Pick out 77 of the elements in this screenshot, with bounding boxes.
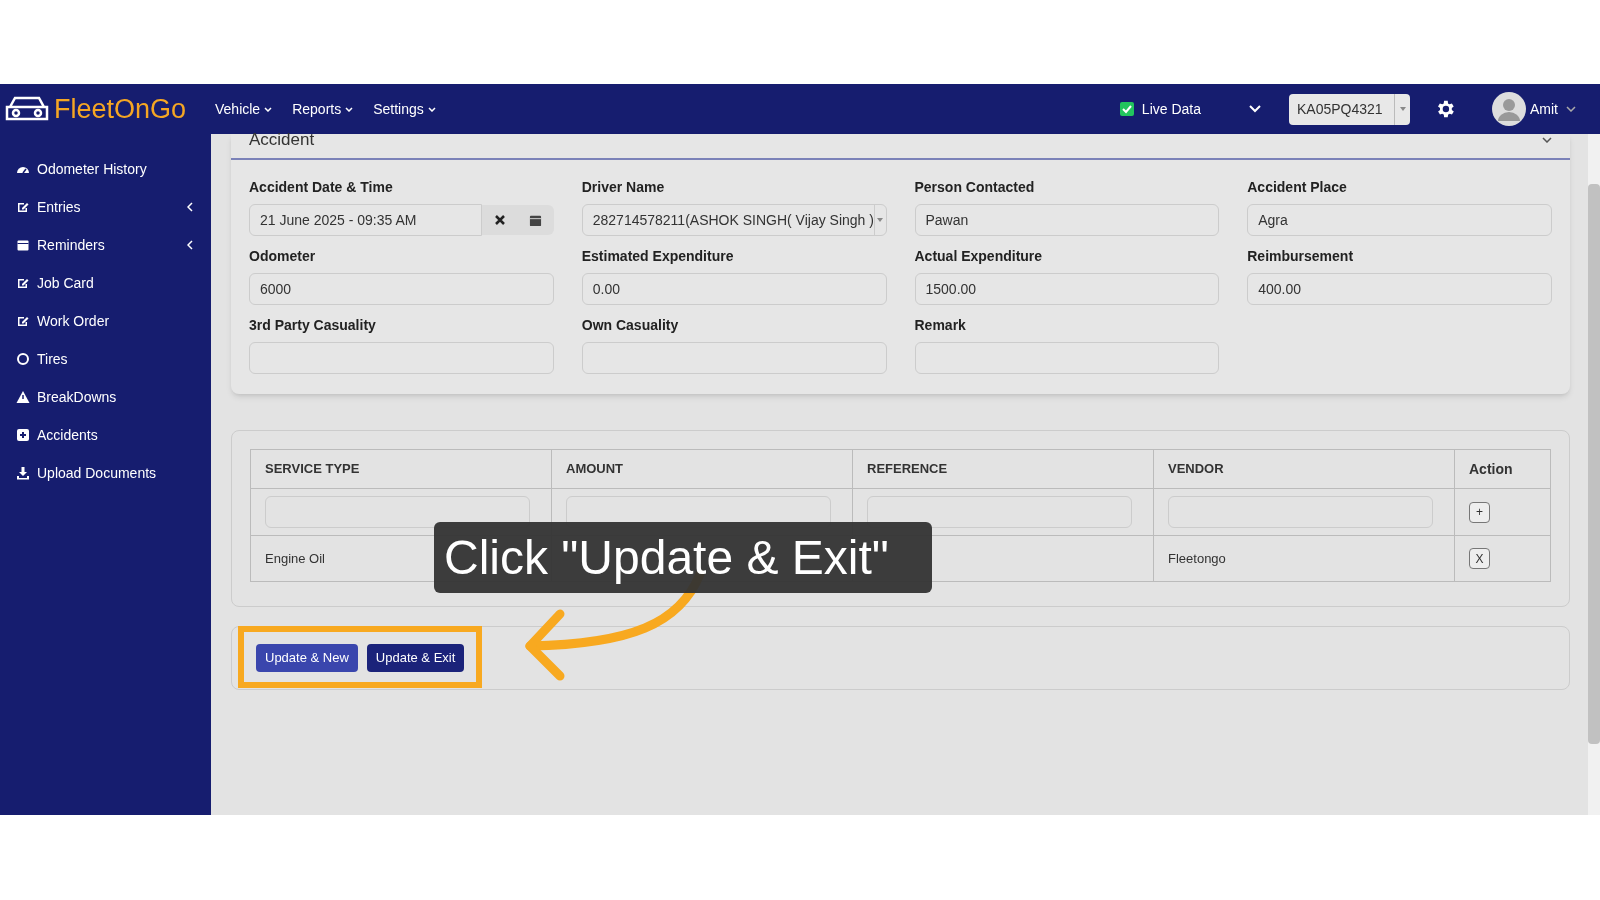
field-label: Remark: [914, 316, 967, 335]
download-icon: [16, 466, 30, 480]
sidebar-item[interactable]: Odometer History: [0, 157, 211, 181]
calendar-icon: [16, 238, 30, 252]
field-label: Accident Date & Time: [249, 178, 394, 197]
clear-button[interactable]: [481, 205, 518, 235]
section-title: Accident: [249, 129, 315, 152]
field-label: Driver Name: [581, 178, 666, 197]
avatar-icon[interactable]: [1492, 92, 1526, 126]
field-label: Accident Place: [1247, 178, 1348, 197]
column-header: AMOUNT: [551, 449, 853, 489]
chevron-left-icon: [187, 202, 193, 212]
sidebar-item[interactable]: Reminders: [0, 233, 211, 257]
chevron-left-icon: [187, 240, 193, 250]
field-label: 3rd Party Casuality: [249, 316, 377, 335]
chevron-down-icon: [345, 106, 354, 112]
plus-square-icon: [16, 428, 30, 442]
checkbox-icon[interactable]: [1119, 102, 1134, 116]
user-name[interactable]: Amit: [1530, 98, 1558, 120]
sidebar-item[interactable]: BreakDowns: [0, 385, 211, 409]
chevron-down-icon[interactable]: [1542, 137, 1552, 143]
sidebar-item[interactable]: Job Card: [0, 271, 211, 295]
field-label: Actual Expenditure: [914, 247, 1044, 266]
add-row-button[interactable]: +: [1469, 501, 1490, 523]
calendar-button[interactable]: [517, 205, 554, 235]
nav-menu[interactable]: Settings: [373, 98, 436, 120]
warning-icon: [16, 390, 30, 404]
vehicle-select[interactable]: KA05PQ4321: [1289, 93, 1410, 125]
caret-down-icon[interactable]: [877, 218, 884, 222]
text-field[interactable]: [581, 342, 887, 374]
driver-select[interactable]: 282714578211(ASHOK SINGH( Vijay Singh ): [581, 204, 887, 236]
column-header: REFERENCE: [852, 449, 1154, 489]
sidebar-item[interactable]: Tires: [0, 347, 211, 371]
sidebar-item[interactable]: Upload Documents: [0, 461, 211, 485]
table-cell: Engine Oil: [265, 550, 325, 566]
date-field[interactable]: 21 June 2025 - 09:35 AM: [249, 204, 482, 236]
app-logo[interactable]: FleetOnGo: [54, 88, 187, 130]
sidebar-item[interactable]: Accidents: [0, 423, 211, 447]
caret-down-icon[interactable]: [1399, 107, 1406, 111]
field-label: Own Casuality: [581, 316, 680, 335]
scrollbar-thumb[interactable]: [1588, 184, 1600, 744]
action-button[interactable]: Update & New: [256, 644, 358, 672]
column-header: SERVICE TYPE: [250, 449, 552, 489]
text-field[interactable]: 400.00: [1247, 273, 1552, 305]
callout-tooltip: Click "Update & Exit": [434, 522, 932, 593]
table-input-field[interactable]: [867, 496, 1132, 528]
text-field[interactable]: 1500.00: [914, 273, 1220, 305]
text-field[interactable]: 0.00: [581, 273, 887, 305]
text-field[interactable]: Pawan: [914, 204, 1220, 236]
live-data-checkbox[interactable]: Live Data: [1119, 98, 1201, 120]
edit-icon: [16, 314, 30, 328]
edit-icon: [16, 200, 30, 214]
delete-row-button[interactable]: X: [1469, 548, 1490, 569]
nav-menu[interactable]: Vehicle: [215, 98, 273, 120]
table-input-field[interactable]: [265, 496, 530, 528]
column-header: Action: [1454, 449, 1551, 489]
text-field[interactable]: Agra: [1247, 204, 1552, 236]
action-button[interactable]: Update & Exit: [366, 644, 465, 672]
chevron-down-icon[interactable]: [1566, 106, 1576, 112]
field-label: Estimated Expenditure: [581, 247, 735, 266]
column-header: VENDOR: [1153, 449, 1455, 489]
edit-icon: [16, 276, 30, 290]
sidebar-item[interactable]: Work Order: [0, 309, 211, 333]
field-label: Odometer: [249, 247, 317, 266]
close-icon: [494, 215, 505, 225]
table-cell: Fleetongo: [1168, 550, 1226, 566]
calendar-icon: [529, 213, 543, 227]
text-field[interactable]: [249, 342, 554, 374]
circle-icon: [16, 352, 30, 366]
text-field[interactable]: [914, 342, 1220, 374]
text-field[interactable]: 6000: [249, 273, 554, 305]
chevron-down-icon: [427, 106, 436, 112]
nav-menu[interactable]: Reports: [292, 98, 354, 120]
sidebar-item[interactable]: Entries: [0, 195, 211, 219]
field-label: Person Contacted: [914, 178, 1036, 197]
field-label: Reimbursement: [1247, 247, 1355, 266]
chevron-down-icon: [264, 106, 273, 112]
